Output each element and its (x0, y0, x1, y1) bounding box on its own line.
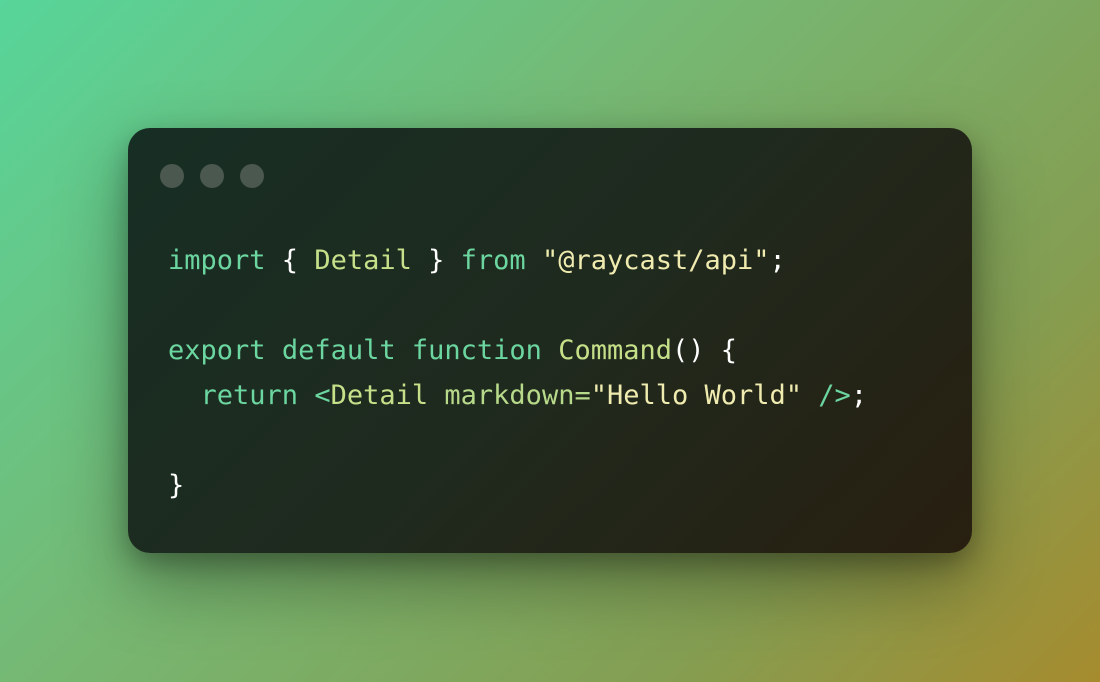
window-controls (160, 164, 264, 188)
minimize-dot-icon[interactable] (200, 164, 224, 188)
tag-open: < (314, 380, 331, 411)
code-block: import { Detail } from "@raycast/api"; e… (168, 238, 867, 508)
tag-name: Detail (330, 380, 429, 411)
identifier-detail: Detail (314, 245, 412, 276)
semicolon: ; (850, 380, 868, 411)
parens-brace: () { (671, 335, 738, 366)
brace-close: } (411, 245, 461, 276)
function-name: Command (558, 335, 672, 366)
code-window: import { Detail } from "@raycast/api"; e… (128, 128, 972, 553)
keyword-function: function (411, 335, 542, 366)
zoom-dot-icon[interactable] (240, 164, 264, 188)
keyword-default: default (281, 335, 396, 366)
semicolon: ; (769, 245, 786, 276)
keyword-import: import (168, 245, 266, 276)
attr-value: "Hello World" (590, 380, 803, 411)
tag-close: /> (802, 380, 851, 411)
keyword-from: from (460, 245, 526, 276)
code-line-1: import { Detail } from "@raycast/api"; (168, 238, 867, 283)
code-line-3: export default function Command() { (168, 328, 867, 373)
code-line-6: } (168, 463, 867, 508)
code-line-4: return <Detail markdown="Hello World" />… (168, 373, 868, 418)
string-module: "@raycast/api" (541, 245, 770, 276)
keyword-export: export (168, 335, 266, 366)
closing-brace: } (168, 470, 185, 501)
attr-name: markdown= (444, 380, 591, 411)
keyword-return: return (200, 380, 299, 411)
brace-open: { (265, 245, 315, 276)
close-dot-icon[interactable] (160, 164, 184, 188)
